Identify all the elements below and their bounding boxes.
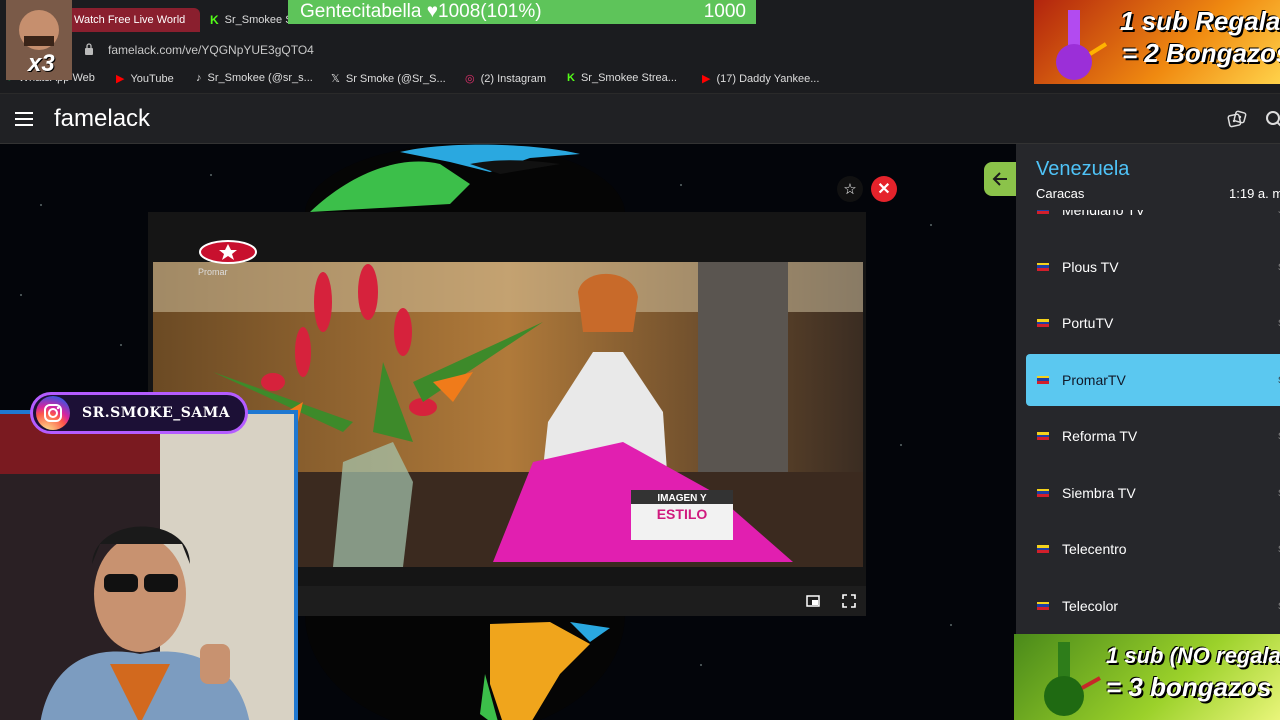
gift-goal-target: 1000: [703, 1, 746, 22]
streamer-webcam: [0, 410, 298, 720]
city-label: Caracas: [1036, 186, 1085, 201]
bookmark-youtube[interactable]: ▶ YouTube: [116, 72, 174, 86]
channel-item[interactable]: Meridiano TVSP: [1026, 210, 1280, 236]
picture-in-picture-icon[interactable]: [806, 594, 820, 608]
streamer-emote: x3: [6, 0, 72, 80]
channel-panel: Venezuela Caracas 1:19 a. m. Meridiano T…: [1016, 144, 1280, 634]
lower-third: IMAGEN Y ESTILO: [631, 490, 733, 540]
promo-banner-bottom: 1 sub (NO regalada) = 3 bongazos: [1014, 634, 1280, 720]
dice-icon[interactable]: [1226, 109, 1248, 131]
channel-logo: Promar: [198, 240, 258, 277]
arrow-left-icon: [992, 172, 1007, 186]
search-icon[interactable]: [1264, 109, 1280, 131]
bookmark-tiktok[interactable]: ♪ Sr_Smokee (@sr_s...: [196, 72, 313, 84]
promo-banner-top: 1 sub Regalada = 2 Bongazos: [1034, 0, 1280, 84]
globe-north: [305, 144, 625, 214]
venezuela-flag-icon: [1037, 262, 1049, 271]
channel-item[interactable]: TelecentroSP: [1026, 523, 1280, 575]
youtube-icon: ▶: [702, 73, 711, 85]
channel-item[interactable]: PortuTVSP: [1026, 297, 1280, 349]
globe-south: [305, 614, 625, 720]
fullscreen-icon[interactable]: [842, 594, 856, 608]
brand-logo[interactable]: famelack: [54, 105, 150, 133]
venezuela-flag-icon: [1037, 601, 1049, 610]
close-player-button[interactable]: ✕: [871, 176, 897, 202]
close-icon: ✕: [877, 181, 891, 198]
venezuela-flag-icon: [1037, 545, 1049, 554]
bookmark-x[interactable]: 𝕏 Sr Smoke (@Sr_S...: [331, 72, 446, 86]
venezuela-flag-icon: [1037, 488, 1049, 497]
menu-icon[interactable]: [15, 112, 33, 126]
tiktok-icon: ♪: [196, 72, 202, 84]
multiplier-label: x3: [28, 50, 55, 77]
gift-goal-text: Gentecitabella ♥1008(101%): [300, 1, 542, 22]
country-title: Venezuela: [1036, 158, 1130, 180]
instagram-handle-badge: SR.SMOKE_SAMA: [30, 392, 248, 434]
x-icon: 𝕏: [331, 73, 340, 85]
channel-name: Plous TV: [1062, 258, 1119, 275]
channel-item[interactable]: Plous TVSP: [1026, 241, 1280, 293]
tab-sr-smokee[interactable]: K Sr_Smokee S: [206, 8, 293, 32]
instagram-icon: [36, 396, 70, 430]
channel-name: Telecentro: [1062, 541, 1127, 557]
venezuela-flag-icon: [1037, 210, 1049, 215]
instagram-icon: ◎: [465, 73, 475, 85]
gift-goal-bar: Gentecitabella ♥1008(101%) 1000: [288, 0, 756, 24]
collapse-panel-button[interactable]: [984, 162, 1018, 196]
channel-name: Reforma TV: [1062, 428, 1138, 444]
screen: IMAGEN Y ESTILO Promar ☆ ✕ Venezuela Car…: [0, 0, 1280, 720]
bong-icon: [1044, 642, 1101, 716]
instagram-handle: SR.SMOKE_SAMA: [82, 405, 231, 421]
youtube-icon: ▶: [116, 73, 125, 85]
venezuela-flag-icon: [1037, 319, 1049, 328]
channel-name: Telecolor: [1062, 597, 1119, 614]
channel-item[interactable]: TelecolorSP: [1026, 580, 1280, 632]
svg-text:IMAGEN Y: IMAGEN Y: [657, 493, 707, 504]
channel-name: Siembra TV: [1062, 484, 1136, 501]
channel-name: PortuTV: [1062, 315, 1114, 331]
kick-icon: K: [210, 13, 219, 27]
tab-watch-free-live-world[interactable]: Watch Free Live World: [60, 8, 200, 32]
lock-icon: [85, 43, 93, 55]
channel-list[interactable]: Meridiano TVSPPlous TVSPPortuTVSPPromarT…: [1016, 210, 1280, 634]
venezuela-flag-icon: [1037, 375, 1049, 384]
bong-icon: [1056, 10, 1108, 80]
favorite-button[interactable]: ☆: [837, 176, 863, 202]
bookmark-instagram[interactable]: ◎ (2) Instagram: [465, 72, 546, 86]
svg-text:ESTILO: ESTILO: [657, 506, 708, 522]
channel-name: Meridiano TV: [1062, 210, 1146, 218]
channel-name: PromarTV: [1062, 371, 1126, 388]
star-icon: ☆: [843, 181, 857, 198]
channel-item[interactable]: PromarTVSP: [1026, 353, 1280, 406]
bookmark-daddy-yankee[interactable]: ▶ (17) Daddy Yankee...: [702, 72, 819, 86]
channel-item[interactable]: Siembra TVSP: [1026, 467, 1280, 519]
channel-item[interactable]: Reforma TVSP: [1026, 410, 1280, 462]
local-time: 1:19 a. m.: [1229, 186, 1280, 201]
url-text[interactable]: famelack.com/ve/YQGNpYUE3gQTO4: [108, 43, 314, 57]
app-header: famelack: [0, 94, 1280, 144]
bookmark-kick[interactable]: K Sr_Smokee Strea...: [567, 72, 677, 84]
kick-icon: K: [567, 72, 575, 84]
venezuela-flag-icon: [1037, 432, 1049, 441]
